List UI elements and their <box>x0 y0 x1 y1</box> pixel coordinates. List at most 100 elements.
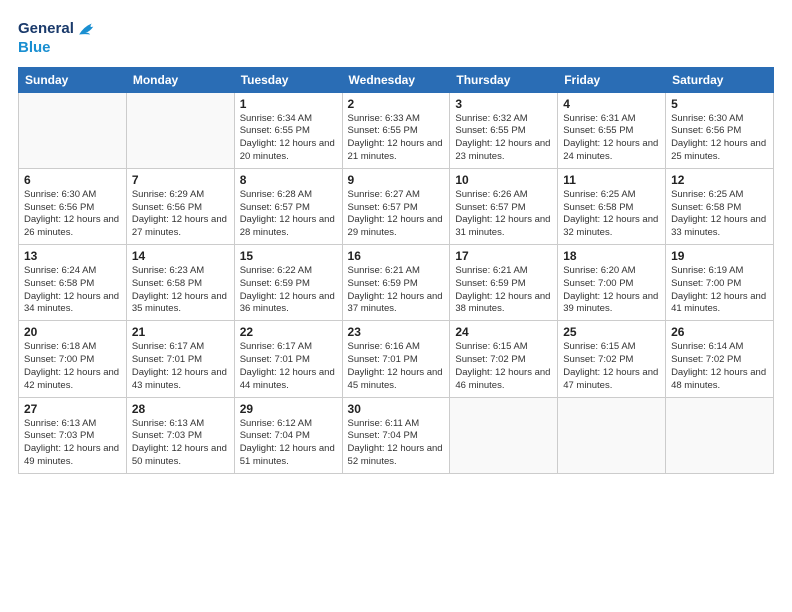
calendar-cell <box>126 92 234 168</box>
day-info: Sunrise: 6:13 AM Sunset: 7:03 PM Dayligh… <box>132 418 229 469</box>
calendar-cell: 15 Sunrise: 6:22 AM Sunset: 6:59 PM Dayli… <box>234 245 342 321</box>
calendar-cell: 21 Sunrise: 6:17 AM Sunset: 7:01 PM Dayli… <box>126 321 234 397</box>
week-row-1: 1 Sunrise: 6:34 AM Sunset: 6:55 PM Daylig… <box>19 92 774 168</box>
weekday-header-monday: Monday <box>126 67 234 92</box>
calendar-cell: 23 Sunrise: 6:16 AM Sunset: 7:01 PM Dayli… <box>342 321 450 397</box>
week-row-4: 20Sunrise: 6:18 AM Sunset: 7:00 PM Dayli… <box>19 321 774 397</box>
day-info: Sunrise: 6:24 AM Sunset: 6:58 PM Dayligh… <box>24 265 121 316</box>
day-info: Sunrise: 6:21 AM Sunset: 6:59 PM Dayligh… <box>455 265 552 316</box>
day-info: Sunrise: 6:17 AM Sunset: 7:01 PM Dayligh… <box>240 341 337 392</box>
calendar-cell <box>19 92 127 168</box>
day-number: 21 <box>132 325 229 339</box>
day-number: 3 <box>455 97 552 111</box>
week-row-5: 27 Sunrise: 6:13 AM Sunset: 7:03 PM Dayli… <box>19 397 774 473</box>
weekday-header-wednesday: Wednesday <box>342 67 450 92</box>
weekday-header-friday: Friday <box>558 67 666 92</box>
day-info: Sunrise: 6:14 AM Sunset: 7:02 PM Dayligh… <box>671 341 768 392</box>
calendar-cell: 14 Sunrise: 6:23 AM Sunset: 6:58 PM Dayli… <box>126 245 234 321</box>
day-number: 20 <box>24 325 121 339</box>
day-info: Sunrise: 6:13 AM Sunset: 7:03 PM Dayligh… <box>24 418 121 469</box>
week-row-3: 13Sunrise: 6:24 AM Sunset: 6:58 PM Dayli… <box>19 245 774 321</box>
weekday-header-row: SundayMondayTuesdayWednesdayThursdayFrid… <box>19 67 774 92</box>
calendar-cell: 8 Sunrise: 6:28 AM Sunset: 6:57 PM Daylig… <box>234 168 342 244</box>
day-number: 28 <box>132 402 229 416</box>
day-info: Sunrise: 6:34 AM Sunset: 6:55 PM Dayligh… <box>240 113 337 164</box>
day-number: 22 <box>240 325 337 339</box>
logo-text-blue: Blue <box>18 40 98 57</box>
calendar: SundayMondayTuesdayWednesdayThursdayFrid… <box>18 67 774 474</box>
day-number: 16 <box>348 249 445 263</box>
day-info: Sunrise: 6:31 AM Sunset: 6:55 PM Dayligh… <box>563 113 660 164</box>
day-number: 26 <box>671 325 768 339</box>
calendar-cell: 9Sunrise: 6:27 AM Sunset: 6:57 PM Daylig… <box>342 168 450 244</box>
day-number: 11 <box>563 173 660 187</box>
day-info: Sunrise: 6:11 AM Sunset: 7:04 PM Dayligh… <box>348 418 445 469</box>
day-info: Sunrise: 6:30 AM Sunset: 6:56 PM Dayligh… <box>24 189 121 240</box>
calendar-cell: 22 Sunrise: 6:17 AM Sunset: 7:01 PM Dayli… <box>234 321 342 397</box>
calendar-cell <box>450 397 558 473</box>
calendar-cell: 12 Sunrise: 6:25 AM Sunset: 6:58 PM Dayli… <box>666 168 774 244</box>
calendar-cell: 10 Sunrise: 6:26 AM Sunset: 6:57 PM Dayli… <box>450 168 558 244</box>
day-number: 17 <box>455 249 552 263</box>
day-number: 1 <box>240 97 337 111</box>
day-number: 27 <box>24 402 121 416</box>
calendar-cell: 6 Sunrise: 6:30 AM Sunset: 6:56 PM Daylig… <box>19 168 127 244</box>
day-info: Sunrise: 6:21 AM Sunset: 6:59 PM Dayligh… <box>348 265 445 316</box>
day-info: Sunrise: 6:23 AM Sunset: 6:58 PM Dayligh… <box>132 265 229 316</box>
day-info: Sunrise: 6:26 AM Sunset: 6:57 PM Dayligh… <box>455 189 552 240</box>
day-info: Sunrise: 6:33 AM Sunset: 6:55 PM Dayligh… <box>348 113 445 164</box>
day-info: Sunrise: 6:17 AM Sunset: 7:01 PM Dayligh… <box>132 341 229 392</box>
day-number: 8 <box>240 173 337 187</box>
calendar-cell: 3 Sunrise: 6:32 AM Sunset: 6:55 PM Daylig… <box>450 92 558 168</box>
calendar-cell: 27 Sunrise: 6:13 AM Sunset: 7:03 PM Dayli… <box>19 397 127 473</box>
calendar-cell: 19 Sunrise: 6:19 AM Sunset: 7:00 PM Dayli… <box>666 245 774 321</box>
calendar-cell: 11 Sunrise: 6:25 AM Sunset: 6:58 PM Dayli… <box>558 168 666 244</box>
day-info: Sunrise: 6:22 AM Sunset: 6:59 PM Dayligh… <box>240 265 337 316</box>
day-info: Sunrise: 6:19 AM Sunset: 7:00 PM Dayligh… <box>671 265 768 316</box>
logo-text-general: General <box>18 21 74 38</box>
logo: General Blue <box>18 18 98 57</box>
day-info: Sunrise: 6:25 AM Sunset: 6:58 PM Dayligh… <box>563 189 660 240</box>
day-number: 6 <box>24 173 121 187</box>
day-info: Sunrise: 6:30 AM Sunset: 6:56 PM Dayligh… <box>671 113 768 164</box>
header: General Blue <box>18 18 774 57</box>
day-number: 15 <box>240 249 337 263</box>
day-number: 4 <box>563 97 660 111</box>
day-number: 19 <box>671 249 768 263</box>
calendar-cell: 5 Sunrise: 6:30 AM Sunset: 6:56 PM Daylig… <box>666 92 774 168</box>
day-number: 12 <box>671 173 768 187</box>
day-info: Sunrise: 6:32 AM Sunset: 6:55 PM Dayligh… <box>455 113 552 164</box>
logo-bird-icon <box>76 18 98 40</box>
calendar-cell: 16 Sunrise: 6:21 AM Sunset: 6:59 PM Dayli… <box>342 245 450 321</box>
day-number: 14 <box>132 249 229 263</box>
calendar-cell: 2 Sunrise: 6:33 AM Sunset: 6:55 PM Daylig… <box>342 92 450 168</box>
calendar-cell: 30Sunrise: 6:11 AM Sunset: 7:04 PM Dayli… <box>342 397 450 473</box>
weekday-header-tuesday: Tuesday <box>234 67 342 92</box>
calendar-cell: 24Sunrise: 6:15 AM Sunset: 7:02 PM Dayli… <box>450 321 558 397</box>
calendar-cell: 25 Sunrise: 6:15 AM Sunset: 7:02 PM Dayli… <box>558 321 666 397</box>
day-number: 25 <box>563 325 660 339</box>
calendar-cell: 1 Sunrise: 6:34 AM Sunset: 6:55 PM Daylig… <box>234 92 342 168</box>
day-info: Sunrise: 6:15 AM Sunset: 7:02 PM Dayligh… <box>563 341 660 392</box>
day-number: 18 <box>563 249 660 263</box>
day-info: Sunrise: 6:25 AM Sunset: 6:58 PM Dayligh… <box>671 189 768 240</box>
week-row-2: 6 Sunrise: 6:30 AM Sunset: 6:56 PM Daylig… <box>19 168 774 244</box>
calendar-cell: 17 Sunrise: 6:21 AM Sunset: 6:59 PM Dayli… <box>450 245 558 321</box>
day-info: Sunrise: 6:15 AM Sunset: 7:02 PM Dayligh… <box>455 341 552 392</box>
day-number: 29 <box>240 402 337 416</box>
calendar-cell: 18Sunrise: 6:20 AM Sunset: 7:00 PM Dayli… <box>558 245 666 321</box>
calendar-cell: 26 Sunrise: 6:14 AM Sunset: 7:02 PM Dayli… <box>666 321 774 397</box>
calendar-cell: 7Sunrise: 6:29 AM Sunset: 6:56 PM Daylig… <box>126 168 234 244</box>
calendar-cell: 13Sunrise: 6:24 AM Sunset: 6:58 PM Dayli… <box>19 245 127 321</box>
day-info: Sunrise: 6:29 AM Sunset: 6:56 PM Dayligh… <box>132 189 229 240</box>
day-number: 5 <box>671 97 768 111</box>
day-number: 2 <box>348 97 445 111</box>
day-info: Sunrise: 6:16 AM Sunset: 7:01 PM Dayligh… <box>348 341 445 392</box>
day-number: 23 <box>348 325 445 339</box>
calendar-cell: 4 Sunrise: 6:31 AM Sunset: 6:55 PM Daylig… <box>558 92 666 168</box>
day-number: 10 <box>455 173 552 187</box>
calendar-cell: 20Sunrise: 6:18 AM Sunset: 7:00 PM Dayli… <box>19 321 127 397</box>
calendar-cell <box>666 397 774 473</box>
weekday-header-saturday: Saturday <box>666 67 774 92</box>
day-info: Sunrise: 6:28 AM Sunset: 6:57 PM Dayligh… <box>240 189 337 240</box>
